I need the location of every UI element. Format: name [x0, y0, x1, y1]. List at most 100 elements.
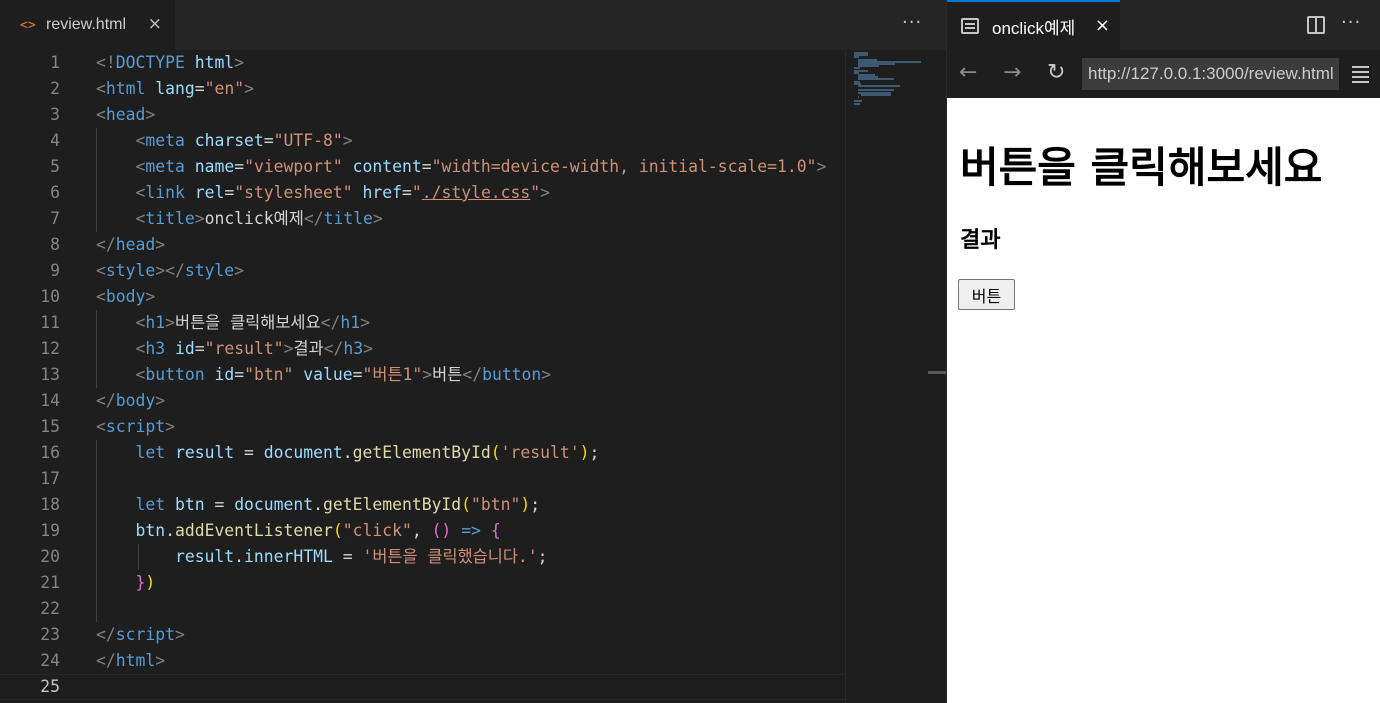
click-button[interactable]: 버튼	[958, 279, 1015, 310]
more-actions-icon[interactable]: ···	[902, 12, 922, 33]
line-number: 20	[40, 547, 60, 566]
code-line[interactable]: 20 result.innerHTML = '버튼을 클릭했습니다.';	[0, 544, 845, 570]
line-number: 23	[40, 625, 60, 644]
code-file-icon: <>	[20, 17, 36, 33]
line-number: 4	[50, 131, 60, 150]
scrollbar-thumb[interactable]	[928, 371, 946, 374]
browser-nav-bar: ← → ↻ http://127.0.0.1:3000/review.html	[947, 50, 1380, 98]
line-number: 16	[40, 443, 60, 462]
back-arrow-icon[interactable]: ←	[959, 60, 977, 85]
tab-label: review.html	[46, 16, 127, 33]
code-text: <meta charset="UTF-8">	[135, 131, 353, 150]
code-line[interactable]: 8 </head>	[0, 232, 845, 258]
forward-arrow-icon[interactable]: →	[1003, 60, 1021, 85]
minimap-line	[857, 78, 894, 81]
more-actions-icon[interactable]: ···	[1341, 12, 1361, 33]
code-text: </script>	[96, 625, 185, 644]
line-number: 18	[40, 495, 60, 514]
code-text: result.innerHTML = '버튼을 클릭했습니다.';	[174, 547, 548, 566]
result-heading: 결과	[960, 228, 1001, 253]
line-number: 22	[40, 599, 60, 618]
line-number: 8	[50, 235, 60, 254]
code-line[interactable]: 9 <style></style>	[0, 258, 845, 284]
code-text: <meta name="viewport" content="width=dev…	[135, 157, 827, 176]
menu-icon[interactable]	[1352, 66, 1369, 83]
line-number: 13	[40, 365, 60, 384]
line-number: 9	[50, 261, 60, 280]
code-text: <script>	[96, 417, 175, 436]
close-icon[interactable]: ×	[148, 14, 162, 34]
code-line[interactable]: 10 <body>	[0, 284, 845, 310]
line-number: 7	[50, 209, 60, 228]
code-text: <title>onclick예제</title>	[135, 209, 383, 228]
line-number: 3	[50, 105, 60, 124]
code-text: <h3 id="result">결과</h3>	[135, 339, 373, 358]
minimap-line	[857, 96, 860, 98]
code-line[interactable]: 23 </script>	[0, 622, 845, 648]
line-number: 10	[40, 287, 60, 306]
minimap-line	[854, 102, 861, 105]
preview-tab-bar: onclick예제 × ···	[947, 0, 1380, 50]
code-line[interactable]: 14 </body>	[0, 388, 845, 414]
line-number: 14	[40, 391, 60, 410]
code-line[interactable]: 5 <meta name="viewport" content="width=d…	[0, 154, 845, 180]
tab-preview[interactable]: onclick예제 ×	[947, 0, 1120, 50]
code-text: </head>	[96, 235, 166, 254]
code-text: <style></style>	[96, 261, 245, 280]
close-icon[interactable]: ×	[1095, 15, 1110, 36]
line-number: 24	[40, 651, 60, 670]
minimap[interactable]	[845, 50, 946, 703]
code-line[interactable]: 17	[0, 466, 845, 492]
line-number: 21	[40, 573, 60, 592]
line-number: 19	[40, 521, 60, 540]
code-line[interactable]: 22	[0, 596, 845, 622]
code-text: <body>	[96, 287, 156, 306]
address-bar[interactable]: http://127.0.0.1:3000/review.html	[1082, 58, 1339, 90]
code-line[interactable]: 13 <button id="btn" value="버튼1">버튼</butt…	[0, 362, 845, 388]
code-line[interactable]: 3 <head>	[0, 102, 845, 128]
code-text: <!DOCTYPE html>	[96, 53, 245, 72]
code-line[interactable]: 4 <meta charset="UTF-8">	[0, 128, 845, 154]
editor-tab-bar: <> review.html × ···	[0, 0, 946, 50]
line-number: 6	[50, 183, 60, 202]
code-area[interactable]: 1 <!DOCTYPE html> 2 <html lang="en"> 3 <head>…	[0, 50, 845, 703]
code-editor[interactable]: <> review.html × ··· 1 <!DOCTYPE html> 2 <h…	[0, 0, 946, 703]
code-line[interactable]: 25	[0, 674, 845, 700]
line-number: 11	[40, 313, 60, 332]
code-text: })	[135, 573, 156, 592]
page-heading: 버튼을 클릭해보세요	[960, 143, 1323, 192]
code-line[interactable]: 12 <h3 id="result">결과</h3>	[0, 336, 845, 362]
minimap-line	[861, 93, 891, 96]
code-text: <html lang="en">	[96, 79, 254, 98]
code-line[interactable]: 24 </html>	[0, 648, 845, 674]
minimap-line	[857, 85, 900, 87]
code-line[interactable]: 18 let btn = document.getElementById("bt…	[0, 492, 845, 518]
reload-icon[interactable]: ↻	[1047, 60, 1065, 85]
code-text: </html>	[96, 651, 166, 670]
line-number: 5	[50, 157, 60, 176]
split-editor-icon[interactable]	[1307, 16, 1325, 34]
code-text: btn.addEventListener("click", () => {	[135, 521, 501, 540]
code-line[interactable]: 1 <!DOCTYPE html>	[0, 50, 845, 76]
code-line[interactable]: 6 <link rel="stylesheet" href="./style.c…	[0, 180, 845, 206]
code-line[interactable]: 19 btn.addEventListener("click", () => {	[0, 518, 845, 544]
code-text: <h1>버튼을 클릭해보세요</h1>	[135, 313, 370, 332]
line-number: 12	[40, 339, 60, 358]
preview-icon	[961, 18, 979, 34]
code-line[interactable]: 2 <html lang="en">	[0, 76, 845, 102]
code-text: <head>	[96, 105, 156, 124]
code-line[interactable]: 21 })	[0, 570, 845, 596]
code-text: let result = document.getElementById('re…	[135, 443, 600, 462]
code-line[interactable]: 15 <script>	[0, 414, 845, 440]
line-number: 1	[50, 53, 60, 72]
code-text: <link rel="stylesheet" href="./style.css…	[135, 183, 551, 202]
browser-preview: onclick예제 × ··· ← → ↻ http://127.0.0.1:3…	[946, 0, 1380, 703]
code-line[interactable]: 7 <title>onclick예제</title>	[0, 206, 845, 232]
tab-review-html[interactable]: <> review.html ×	[0, 0, 175, 50]
code-line[interactable]: 11 <h1>버튼을 클릭해보세요</h1>	[0, 310, 845, 336]
code-line[interactable]: 16 let result = document.getElementById(…	[0, 440, 845, 466]
tab-label: onclick예제	[992, 18, 1076, 38]
code-text: </body>	[96, 391, 166, 410]
rendered-page: 버튼을 클릭해보세요 결과 버튼	[947, 98, 1380, 703]
code-text: <button id="btn" value="버튼1">버튼</button>	[135, 365, 552, 384]
